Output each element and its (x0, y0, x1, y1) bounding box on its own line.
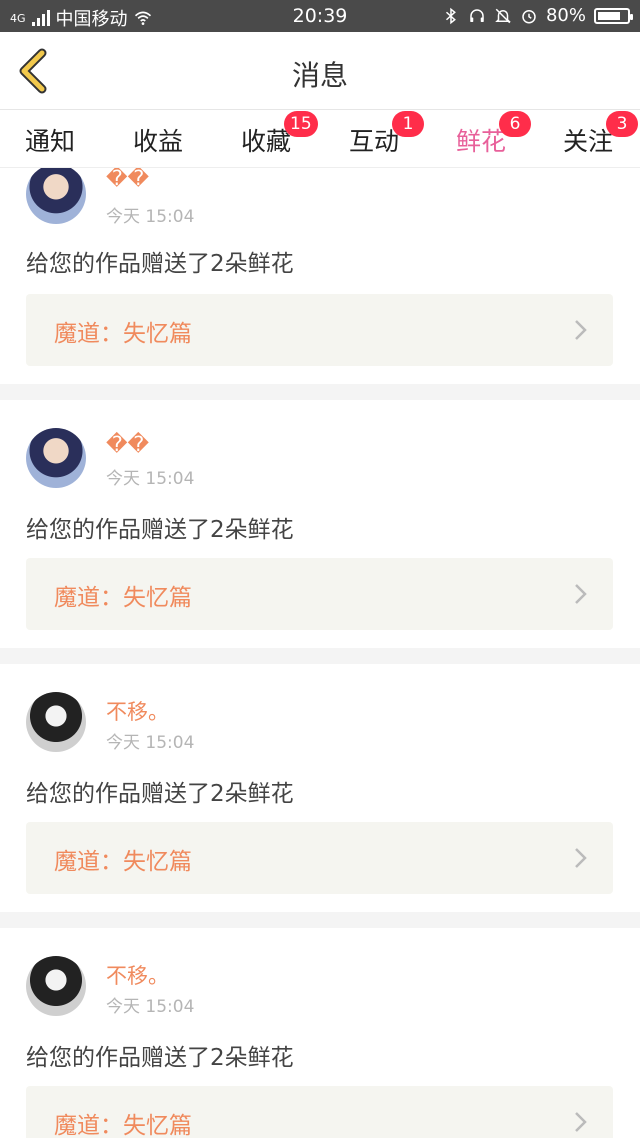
tab-label: 通知 (24, 127, 75, 156)
timestamp: 今天 15:04 (106, 469, 195, 489)
timestamp: 今天 15:04 (106, 207, 195, 227)
tab-interactions[interactable]: 互动 1 (334, 111, 424, 158)
avatar[interactable] (26, 428, 86, 488)
mute-icon (495, 8, 511, 23)
work-title: 魔道：失忆篇 (54, 321, 192, 347)
message-text: 给您的作品赠送了2朵鲜花 (26, 517, 294, 543)
chevron-right-icon (575, 1112, 587, 1132)
message-list[interactable]: �� 今天 15:04 给您的作品赠送了2朵鲜花 魔道：失忆篇 �� 今天 15… (0, 168, 640, 1138)
nav-bar: 消息 (0, 32, 640, 110)
avatar[interactable] (26, 168, 86, 224)
chevron-right-icon (575, 320, 587, 340)
message-text: 给您的作品赠送了2朵鲜花 (26, 251, 294, 277)
timestamp: 今天 15:04 (106, 997, 195, 1017)
work-title: 魔道：失忆篇 (54, 585, 192, 611)
status-bar: 4G 中国移动 20:39 80% (0, 0, 640, 32)
work-link[interactable]: 魔道：失忆篇 (26, 1086, 613, 1138)
list-item: �� 今天 15:04 给您的作品赠送了2朵鲜花 魔道：失忆篇 (0, 400, 640, 648)
status-right: 80% (442, 5, 633, 26)
unread-badge: 6 (499, 111, 531, 137)
tab-follows[interactable]: 关注 3 (548, 111, 638, 158)
unread-badge: 3 (606, 111, 638, 137)
bluetooth-icon (445, 7, 456, 24)
tab-flowers[interactable]: 鲜花 6 (441, 111, 531, 173)
avatar[interactable] (26, 956, 86, 1016)
tab-earnings[interactable]: 收益 (118, 122, 198, 158)
chevron-right-icon (575, 584, 587, 604)
unread-badge: 1 (392, 111, 424, 137)
message-text: 给您的作品赠送了2朵鲜花 (26, 781, 294, 807)
tab-label: 收藏 (240, 127, 291, 156)
tab-favorites[interactable]: 收藏 15 (226, 111, 318, 158)
work-link[interactable]: 魔道：失忆篇 (26, 822, 613, 894)
avatar[interactable] (26, 692, 86, 752)
chevron-right-icon (575, 848, 587, 868)
username[interactable]: �� (106, 168, 149, 190)
work-link[interactable]: 魔道：失忆篇 (26, 294, 613, 366)
battery-percent: 80% (545, 5, 586, 26)
timestamp: 今天 15:04 (106, 733, 195, 753)
work-link[interactable]: 魔道：失忆篇 (26, 558, 613, 630)
alarm-icon (522, 9, 536, 23)
list-item: 不移。 今天 15:04 给您的作品赠送了2朵鲜花 魔道：失忆篇 (0, 664, 640, 912)
list-item: 不移。 今天 15:04 给您的作品赠送了2朵鲜花 魔道：失忆篇 (0, 928, 640, 1138)
username[interactable]: �� (106, 432, 149, 456)
list-item: �� 今天 15:04 给您的作品赠送了2朵鲜花 魔道：失忆篇 (0, 168, 640, 384)
unread-badge: 15 (284, 111, 318, 137)
work-title: 魔道：失忆篇 (54, 1113, 192, 1138)
tab-label: 互动 (348, 127, 399, 156)
headset-icon (470, 8, 484, 22)
battery-icon (594, 7, 633, 24)
message-text: 给您的作品赠送了2朵鲜花 (26, 1045, 294, 1071)
username[interactable]: 不移。 (106, 960, 169, 990)
work-title: 魔道：失忆篇 (54, 849, 192, 875)
battery-fill (598, 11, 620, 20)
page-title: 消息 (291, 59, 348, 92)
tab-label: 关注 (562, 127, 613, 156)
tab-notifications[interactable]: 通知 (10, 122, 90, 158)
username[interactable]: 不移。 (106, 696, 169, 726)
tab-label: 收益 (132, 127, 183, 156)
tab-label: 鲜花 (455, 127, 506, 156)
tab-bar: 通知 收益 收藏 15 互动 1 鲜花 6 关注 3 (0, 110, 640, 173)
